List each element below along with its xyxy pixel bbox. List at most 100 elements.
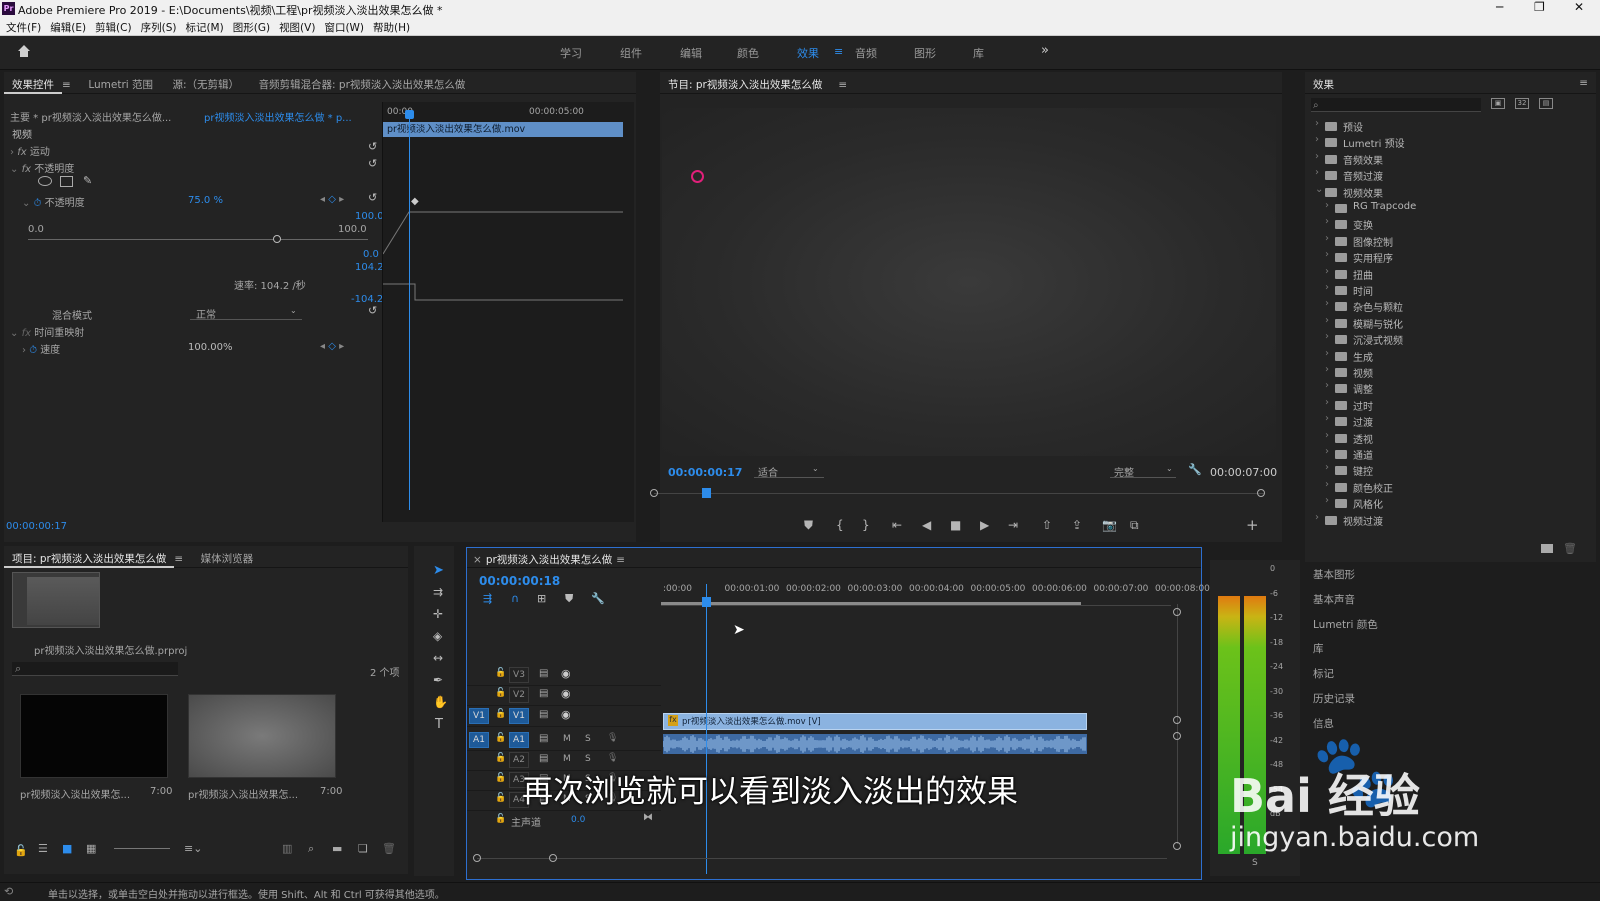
- speed-keyframe-nav[interactable]: ◂ ◇ ▸: [320, 341, 344, 352]
- panel-menu-icon[interactable]: ≡: [616, 550, 625, 566]
- lock-icon[interactable]: 🔓: [495, 709, 506, 719]
- lock-icon[interactable]: 🔓: [495, 668, 506, 678]
- slip-tool-icon[interactable]: ↔: [433, 651, 443, 665]
- tab-lumetri-scopes[interactable]: Lumetri 范围: [80, 72, 161, 92]
- scroll-handle[interactable]: [1173, 842, 1181, 850]
- ec-timecode[interactable]: 00:00:00:17: [6, 521, 67, 532]
- source-patch-a1[interactable]: A1: [469, 732, 489, 748]
- type-tool-icon[interactable]: T: [435, 717, 443, 732]
- chevron-right-icon[interactable]: ›: [1315, 512, 1319, 523]
- effects-search-input[interactable]: ⌕: [1311, 98, 1481, 112]
- add-button-icon[interactable]: +: [1246, 516, 1259, 534]
- stop-icon[interactable]: ■: [950, 518, 961, 532]
- program-video[interactable]: [662, 108, 1276, 456]
- effects-tree-item[interactable]: › 通道: [1305, 446, 1565, 462]
- chevron-down-icon[interactable]: ⌄: [1315, 184, 1323, 195]
- extract-icon[interactable]: ⇪: [1072, 518, 1082, 532]
- lock-icon[interactable]: 🔓: [14, 844, 28, 857]
- timeline-playhead-handle[interactable]: [702, 597, 711, 607]
- 32bit-effects-icon[interactable]: 32: [1515, 98, 1529, 109]
- tab-audio-clip-mixer[interactable]: 音频剪辑混合器: pr视频淡入淡出效果怎么做: [251, 72, 474, 92]
- list-view-icon[interactable]: ☰: [38, 842, 48, 855]
- menu-item[interactable]: 视图(V): [279, 22, 315, 34]
- menu-item[interactable]: 帮助(H): [373, 22, 410, 34]
- chevron-right-icon[interactable]: ›: [1325, 315, 1329, 326]
- workspace-tab[interactable]: 图形: [914, 45, 936, 61]
- timeline-h-scrollbar[interactable]: [477, 858, 1167, 859]
- mute-button[interactable]: M: [563, 754, 571, 764]
- menu-item[interactable]: 剪辑(C): [95, 22, 132, 34]
- chevron-right-icon[interactable]: ›: [1325, 479, 1329, 490]
- chevron-right-icon[interactable]: ›: [1325, 446, 1329, 457]
- effects-tree-item[interactable]: ⌄ 视频效果: [1305, 184, 1565, 200]
- reset-opacity-param-icon[interactable]: ↺: [368, 191, 377, 204]
- sync-lock-icon[interactable]: ▤: [539, 753, 548, 764]
- chevron-right-icon[interactable]: ›: [1325, 348, 1329, 359]
- wrench-icon[interactable]: 🔧: [591, 592, 605, 605]
- side-panel-tab[interactable]: 信息: [1313, 716, 1334, 731]
- chevron-right-icon[interactable]: ›: [1325, 430, 1329, 441]
- scroll-handle[interactable]: [473, 854, 481, 862]
- mute-button[interactable]: M: [563, 734, 571, 744]
- chevron-right-icon[interactable]: ›: [1315, 151, 1319, 162]
- accelerated-effects-icon[interactable]: ▣: [1491, 98, 1505, 109]
- workspace-menu-icon[interactable]: ≡: [834, 45, 843, 58]
- reset-motion-icon[interactable]: ↺: [368, 140, 377, 153]
- delete-icon[interactable]: 🗑: [382, 842, 396, 855]
- speed-value[interactable]: 100.00%: [188, 342, 233, 353]
- home-icon[interactable]: [16, 43, 32, 59]
- opacity-slider[interactable]: [28, 239, 368, 240]
- track-target-v2[interactable]: V2: [509, 687, 529, 703]
- nest-icon[interactable]: ⇶: [483, 592, 492, 605]
- menu-item[interactable]: 序列(S): [141, 22, 177, 34]
- lock-icon[interactable]: 🔓: [495, 773, 506, 783]
- effects-tree-item[interactable]: › 过时: [1305, 397, 1565, 413]
- solo-button[interactable]: S: [585, 734, 591, 744]
- workspace-tab[interactable]: 编辑: [680, 45, 702, 61]
- yuv-effects-icon[interactable]: ▤: [1539, 98, 1553, 109]
- effects-tree-item[interactable]: › 实用程序: [1305, 249, 1565, 265]
- chevron-right-icon[interactable]: ›: [1325, 200, 1329, 211]
- opacity-group-row[interactable]: ⌄ fx 不透明度: [10, 160, 74, 175]
- delete-icon[interactable]: 🗑: [1563, 542, 1577, 555]
- ec-playhead[interactable]: [409, 110, 410, 510]
- effects-tree-item[interactable]: › 扭曲: [1305, 266, 1565, 282]
- blend-mode-dropdown[interactable]: 正常 ⌄: [190, 306, 302, 321]
- timeline-ruler[interactable]: :00:00 00:00:01:00 00:00:02:00 00:00:03:00 0…: [661, 570, 1210, 606]
- workspace-tab[interactable]: 库: [973, 45, 984, 61]
- close-icon[interactable]: ×: [467, 550, 486, 566]
- workspace-tab[interactable]: 音频: [855, 45, 877, 61]
- effects-tree-item[interactable]: › 风格化: [1305, 495, 1565, 511]
- pen-tool-icon[interactable]: ✒: [433, 673, 443, 687]
- effects-tree-item[interactable]: › 杂色与颗粒: [1305, 298, 1565, 314]
- effects-tree-item[interactable]: › 视频过渡: [1305, 512, 1565, 528]
- keyframe-nav[interactable]: ◂ ◇ ▸: [320, 194, 344, 205]
- motion-row[interactable]: › fx 运动: [10, 143, 50, 158]
- lift-icon[interactable]: ⇧: [1042, 518, 1052, 532]
- effects-tree-item[interactable]: › 音频过渡: [1305, 167, 1565, 183]
- effects-tree-item[interactable]: › 颜色校正: [1305, 479, 1565, 495]
- chevron-right-icon[interactable]: ›: [1325, 233, 1329, 244]
- zoom-slider[interactable]: [114, 848, 170, 849]
- eye-icon[interactable]: ◉: [561, 667, 571, 680]
- timeline-v-scrollbar[interactable]: [1177, 604, 1178, 844]
- program-scrub-bar[interactable]: [654, 493, 1264, 494]
- side-panel-tab[interactable]: 标记: [1313, 666, 1334, 681]
- razor-tool-icon[interactable]: ◈: [433, 629, 442, 643]
- keyframe-icon[interactable]: ◆: [411, 196, 419, 207]
- go-to-in-icon[interactable]: ⇤: [892, 518, 902, 532]
- ec-clip-bar[interactable]: pr视频淡入淡出效果怎么做.mov: [383, 122, 623, 137]
- step-forward-icon[interactable]: ▶: [980, 518, 989, 532]
- pen-mask-icon[interactable]: ✎: [83, 174, 92, 187]
- restore-icon[interactable]: ❐: [1534, 0, 1545, 14]
- chevron-right-icon[interactable]: ›: [1325, 249, 1329, 260]
- tab-source[interactable]: 源:（无剪辑）: [165, 72, 248, 92]
- effects-tree-item[interactable]: › 音频效果: [1305, 151, 1565, 167]
- chevron-right-icon[interactable]: ›: [1325, 413, 1329, 424]
- automate-icon[interactable]: ▥: [282, 842, 292, 855]
- menu-item[interactable]: 文件(F): [6, 22, 41, 34]
- add-marker-icon[interactable]: ⛊: [804, 518, 813, 533]
- effects-tree-item[interactable]: › 时间: [1305, 282, 1565, 298]
- effects-tree-item[interactable]: › 沉浸式视频: [1305, 331, 1565, 347]
- sync-lock-icon[interactable]: ▤: [539, 733, 548, 744]
